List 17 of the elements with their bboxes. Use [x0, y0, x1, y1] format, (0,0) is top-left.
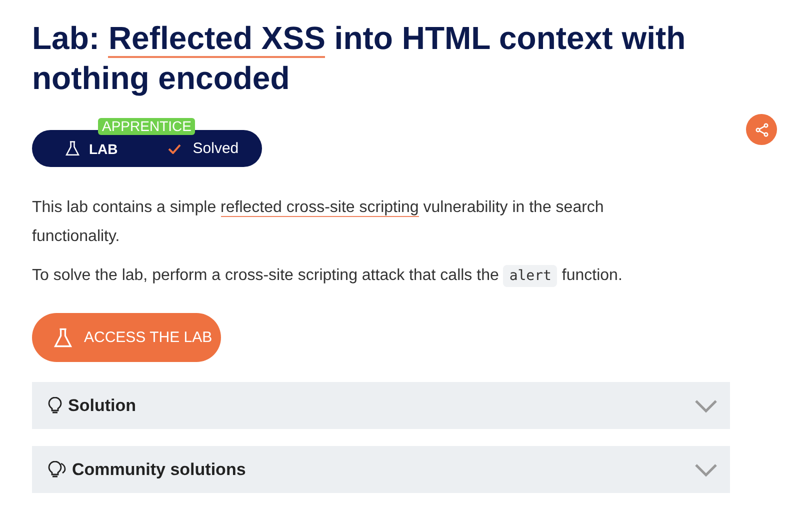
description-text: This lab contains a simple reflected cross-site scripting vulnerability in the search functionality.: [32, 198, 605, 247]
flask-icon: [64, 140, 81, 157]
description-text: To solve the lab, perform a cross-site scripting attack that calls the alert function.: [32, 261, 682, 291]
lab-label: LAB: [89, 140, 118, 156]
share-icon: [754, 122, 768, 136]
level-tag: APPRENTICE: [98, 118, 196, 135]
lightbulbs-icon: [48, 461, 66, 478]
accordion-header[interactable]: Community solutions: [32, 446, 730, 493]
status-label: Solved: [192, 140, 239, 157]
text-link[interactable]: reflected cross-site scripting: [220, 199, 419, 217]
page-title: Lab: Reflected XSS into HTML context with nothing encoded: [32, 19, 687, 98]
accordion-header[interactable]: Solution: [32, 382, 730, 429]
share-button[interactable]: [746, 114, 777, 145]
title-link[interactable]: Reflected XSS: [108, 20, 326, 58]
lightbulb-icon: [48, 397, 62, 414]
flask-icon: [52, 326, 74, 348]
checkmark-icon: [168, 144, 181, 154]
